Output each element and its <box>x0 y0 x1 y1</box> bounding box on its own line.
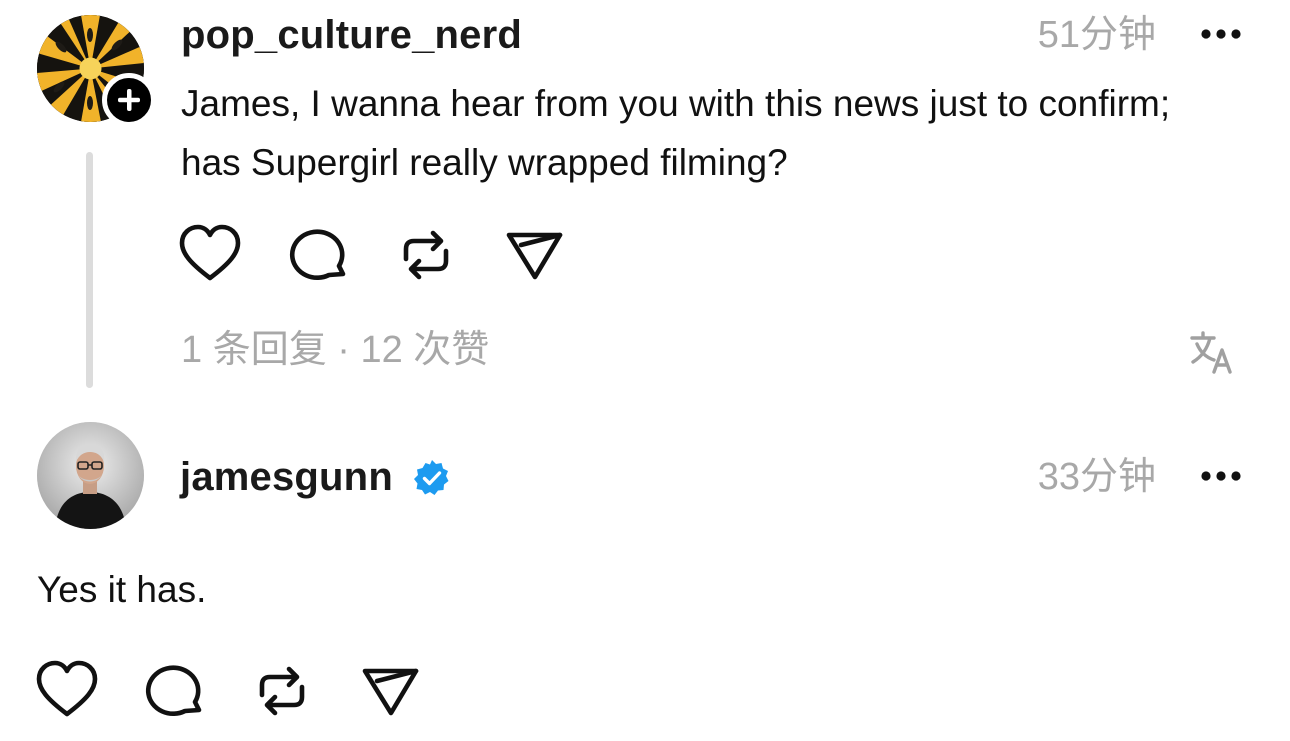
thread-line <box>86 152 93 388</box>
plus-icon <box>118 89 140 111</box>
more-options-button[interactable] <box>1199 24 1243 44</box>
repost-icon <box>259 666 305 716</box>
follow-plus-button[interactable] <box>102 73 156 127</box>
comment-button[interactable] <box>144 659 208 723</box>
share-button[interactable] <box>359 659 423 723</box>
avatar-image <box>37 422 144 529</box>
username[interactable]: pop_culture_nerd <box>181 11 522 59</box>
repost-button[interactable] <box>250 659 314 723</box>
repost-button[interactable] <box>394 223 458 287</box>
timestamp: 33分钟 <box>1037 456 1156 498</box>
comment-icon <box>289 229 346 281</box>
translate-button[interactable] <box>1188 328 1236 376</box>
repost-icon <box>403 230 449 280</box>
translate-icon <box>1190 331 1232 374</box>
more-icon <box>1201 29 1241 39</box>
username[interactable]: jamesgunn <box>180 453 393 501</box>
like-button[interactable] <box>178 223 242 287</box>
comment-icon <box>145 665 202 717</box>
verified-badge-icon <box>412 458 452 498</box>
comment-text: James, I wanna hear from you with this n… <box>181 83 1171 183</box>
share-icon <box>506 232 563 280</box>
like-button[interactable] <box>35 659 99 723</box>
more-icon <box>1201 471 1241 481</box>
user-avatar-jamesgunn[interactable] <box>37 422 144 529</box>
timestamp: 51分钟 <box>1037 14 1156 56</box>
comment-button[interactable] <box>288 223 352 287</box>
more-options-button[interactable] <box>1199 466 1243 486</box>
reply-like-stats[interactable]: 1 条回复 · 12 次赞 <box>181 326 489 374</box>
heart-icon <box>36 660 98 717</box>
share-icon <box>362 668 419 716</box>
share-button[interactable] <box>503 223 567 287</box>
reply-text: Yes it has. <box>37 569 207 610</box>
heart-icon <box>179 224 241 281</box>
